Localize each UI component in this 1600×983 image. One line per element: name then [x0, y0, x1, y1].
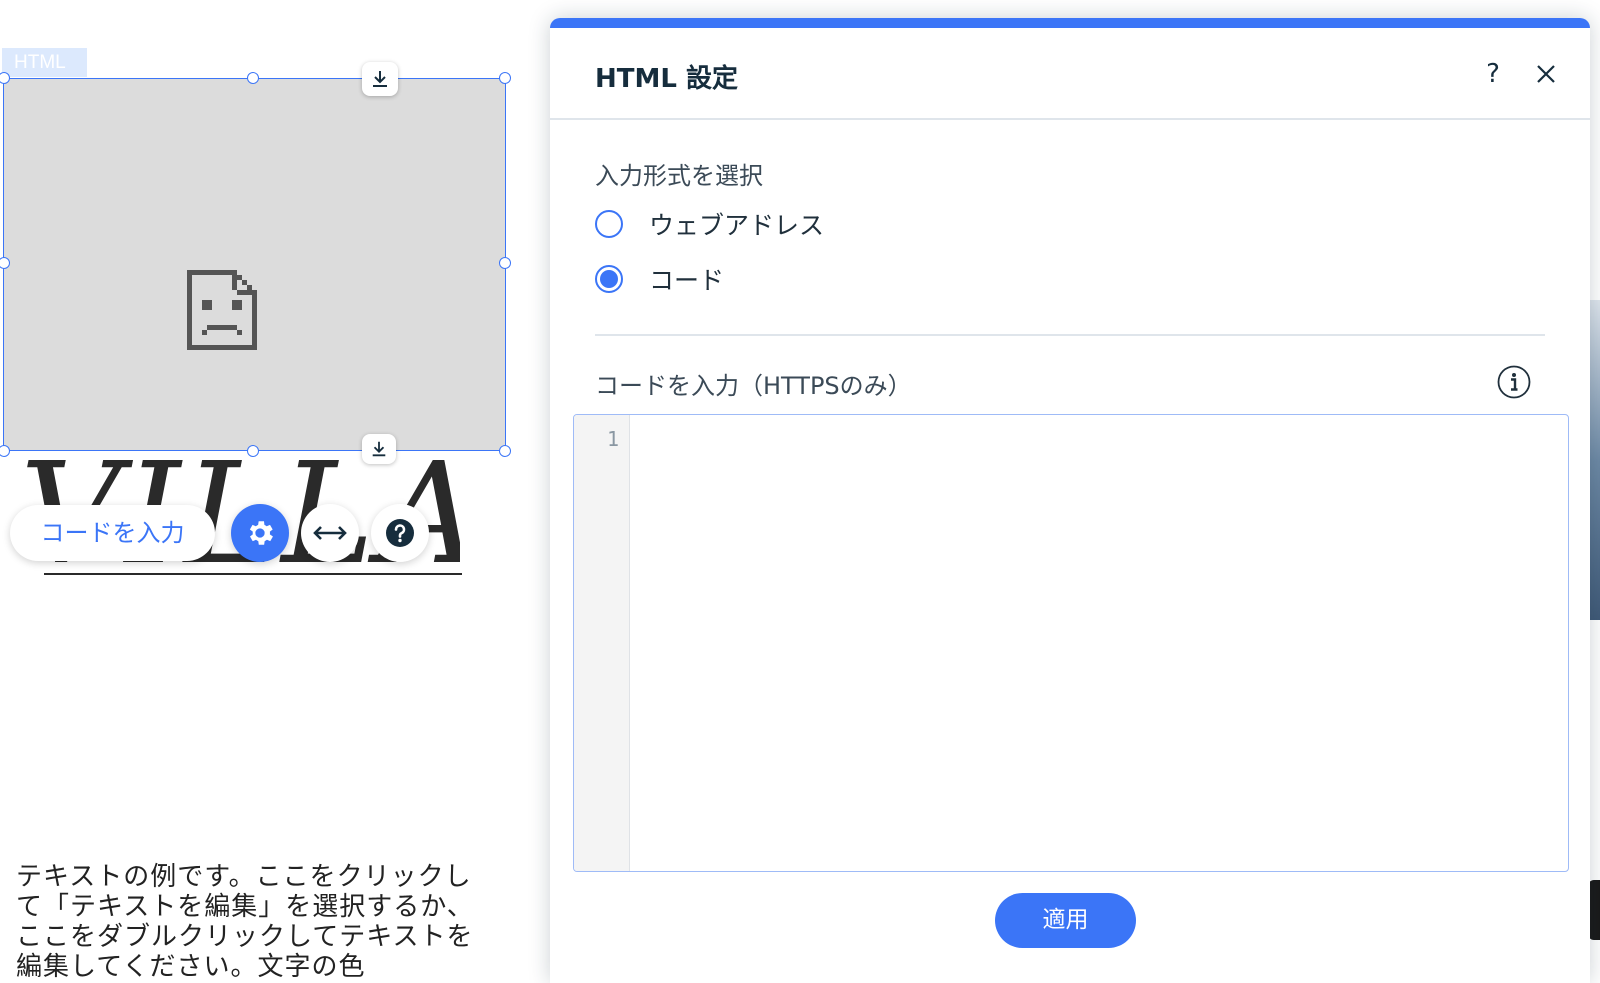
resize-handle-right[interactable] — [499, 257, 511, 269]
input-type-label: 入力形式を選択 — [595, 162, 763, 190]
panel-accent-bar — [550, 18, 1590, 28]
help-icon — [386, 519, 414, 547]
html-embed-element[interactable] — [3, 78, 506, 451]
panel-help-button[interactable]: ? — [1475, 54, 1511, 94]
code-editor[interactable]: 1 — [573, 414, 1569, 872]
code-textarea[interactable] — [632, 415, 1568, 871]
apply-button[interactable]: 適用 — [995, 893, 1136, 948]
option-web-address[interactable]: ウェブアドレス — [595, 206, 824, 242]
resize-handle-top-right[interactable] — [499, 72, 511, 84]
close-icon — [1537, 65, 1555, 83]
line-number: 1 — [606, 427, 619, 451]
settings-button[interactable] — [231, 504, 289, 562]
broken-image-icon — [187, 270, 257, 350]
sample-paragraph[interactable]: テキストの例です。ここをクリックして「テキストを編集」を選択するか、ここをダブル… — [16, 862, 496, 982]
resize-handle-bottom-right[interactable] — [499, 445, 511, 457]
anchor-top-button[interactable] — [362, 62, 398, 96]
download-anchor-icon — [373, 71, 387, 87]
option-label: ウェブアドレス — [649, 211, 825, 240]
resize-handle-top[interactable] — [247, 72, 259, 84]
radio-web-address[interactable] — [595, 210, 623, 238]
option-code[interactable]: コード — [595, 261, 724, 297]
panel-close-button[interactable] — [1528, 56, 1564, 92]
radio-selected-dot — [600, 270, 618, 288]
stretch-arrows-icon — [313, 526, 347, 540]
radio-code[interactable] — [595, 265, 623, 293]
line-number-gutter: 1 — [574, 415, 630, 871]
gear-icon — [249, 521, 273, 545]
section-divider — [595, 334, 1545, 336]
code-input-label: コードを入力（HTTPSのみ） — [595, 372, 912, 400]
resize-handle-bottom-left[interactable] — [0, 445, 10, 457]
panel-title: HTML 設定 — [595, 64, 738, 94]
html-settings-panel: HTML 設定 ? 入力形式を選択 ウェブアドレス コード コードを入力（HTT… — [550, 18, 1590, 983]
header-divider — [550, 118, 1590, 120]
villa-underline — [44, 573, 462, 575]
element-tag-label: HTML — [2, 48, 87, 77]
option-label: コード — [649, 266, 725, 295]
stretch-button[interactable] — [301, 504, 359, 562]
info-icon[interactable] — [1496, 364, 1532, 400]
help-button[interactable] — [371, 504, 429, 562]
enter-code-button[interactable]: コードを入力 — [10, 505, 215, 561]
